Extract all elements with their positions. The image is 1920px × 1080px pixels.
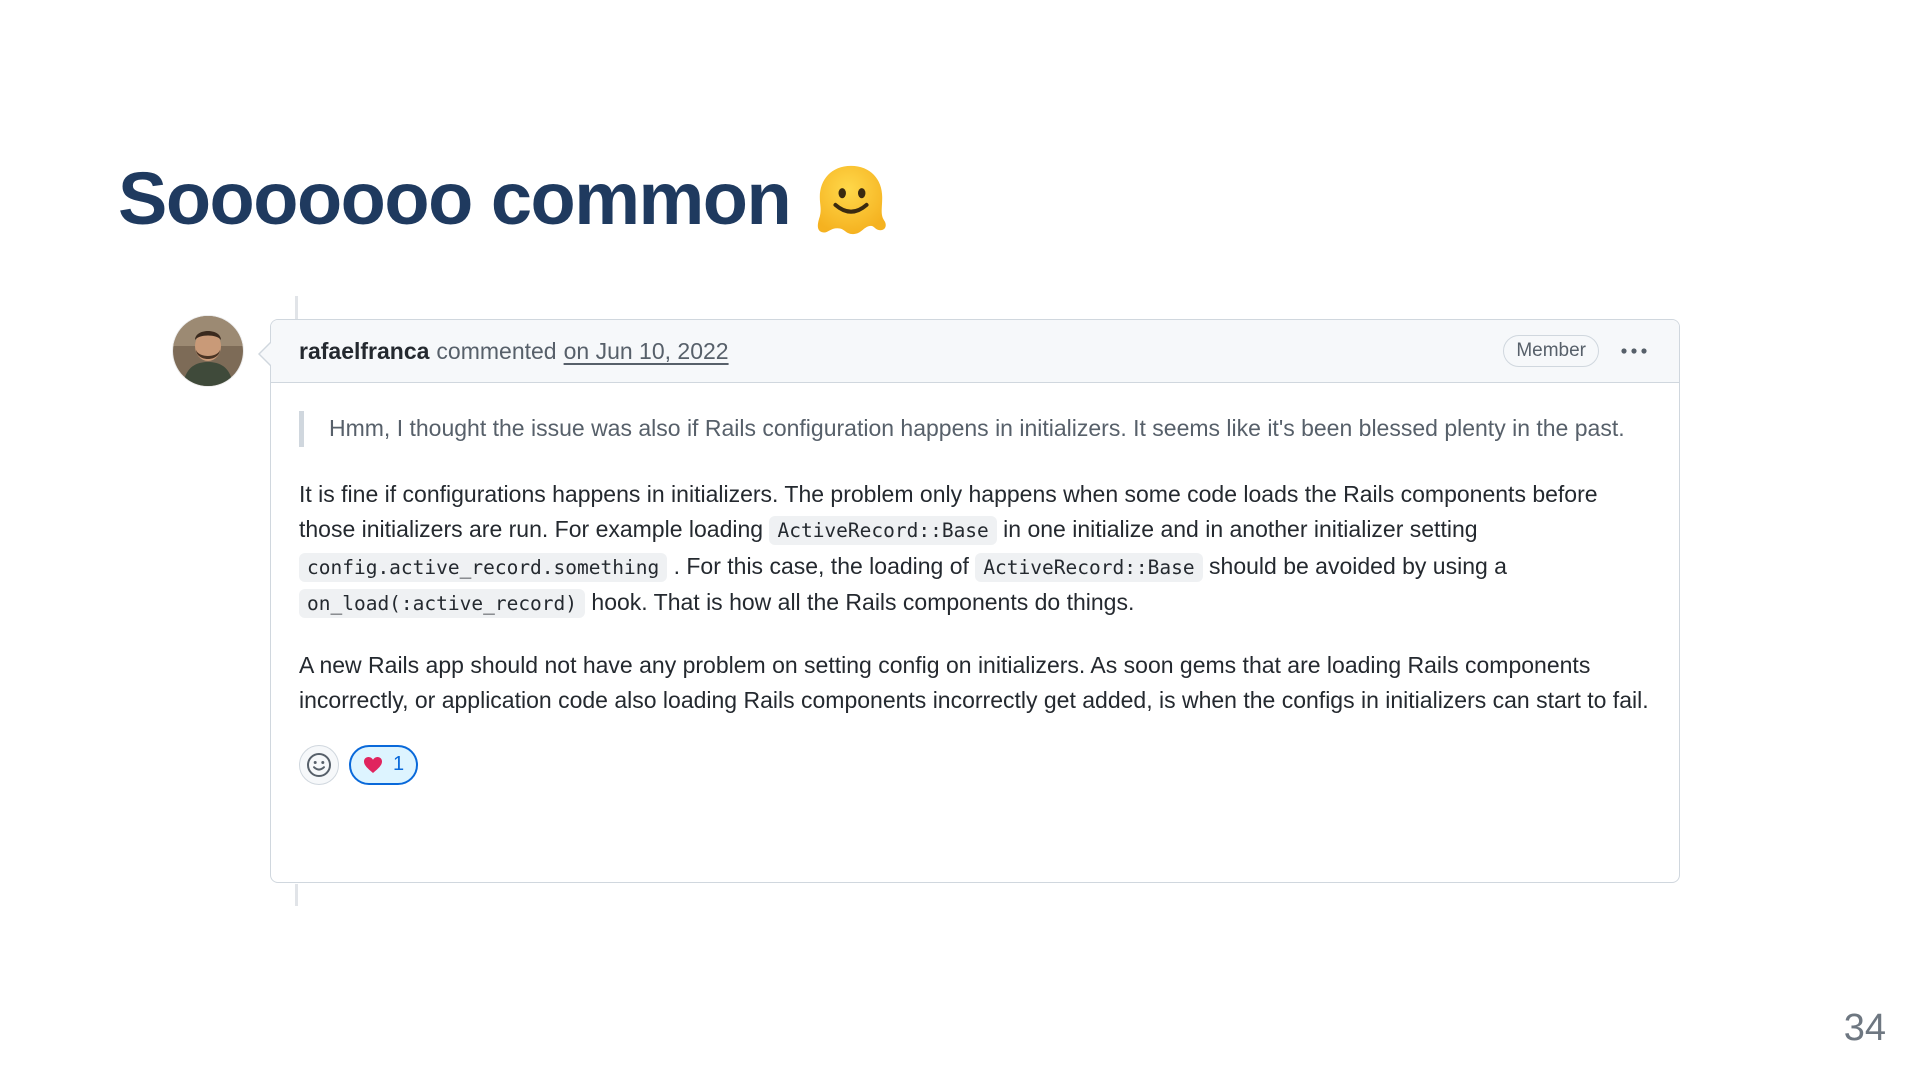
inline-code: ActiveRecord::Base [975, 552, 1203, 582]
paragraph-text: hook. That is how all the Rails componen… [585, 589, 1135, 615]
comment-author-link[interactable]: rafaelfranca [299, 338, 429, 365]
member-badge: Member [1503, 335, 1599, 367]
heart-icon [364, 756, 382, 773]
inline-code: ActiveRecord::Base [769, 516, 997, 545]
paragraph-text: should be avoided by using a [1202, 552, 1507, 579]
timeline-line-top [295, 296, 298, 320]
smiley-icon [307, 752, 331, 777]
comment-body: Hmm, I thought the issue was also if Rai… [271, 383, 1679, 785]
inline-code: on_load(:active_record) [299, 589, 586, 618]
reaction-count: 1 [393, 752, 405, 775]
comment-header: rafaelfranca commented on Jun 10, 2022 M… [271, 320, 1679, 383]
slide-title-text: Sooooooo common [118, 157, 792, 240]
inline-code: config.active_record.something [299, 552, 668, 582]
reactions-bar: 1 [299, 744, 1651, 785]
add-reaction-button[interactable] [299, 744, 339, 785]
comment-paragraph-1: It is fine if configurations happens in … [299, 477, 1651, 622]
comment-paragraph-2: A new Rails app should not have any prob… [299, 651, 1649, 714]
slide-title: Sooooooo common [118, 160, 890, 238]
paragraph-text: in one initialize and in another initial… [996, 516, 1478, 542]
avatar[interactable] [173, 316, 243, 386]
kebab-horizontal-icon [1621, 348, 1647, 354]
comment-action-text: commented [436, 337, 557, 364]
page-number: 34 [1843, 1007, 1886, 1049]
heart-reaction-button[interactable]: 1 [349, 744, 419, 785]
comment-quote: Hmm, I thought the issue was also if Rai… [299, 411, 1651, 447]
timeline-line-bottom [295, 884, 298, 906]
melting-face-icon [818, 165, 886, 235]
comment-options-button[interactable] [1617, 336, 1651, 366]
paragraph-text: . For this case, the loading of [667, 552, 976, 579]
comment-caret [258, 341, 272, 367]
comment-box: rafaelfranca commented on Jun 10, 2022 M… [258, 319, 1680, 883]
comment-timestamp-link[interactable]: on Jun 10, 2022 [564, 338, 729, 365]
